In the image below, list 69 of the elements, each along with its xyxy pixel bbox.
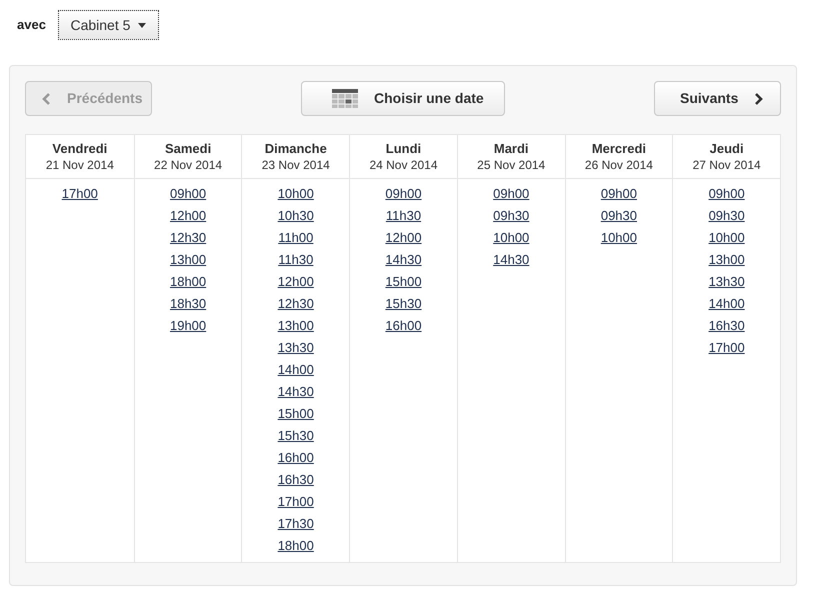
day-name: Mercredi xyxy=(592,140,646,156)
time-slot-link[interactable]: 16h30 xyxy=(708,318,745,334)
time-slot-link[interactable]: 17h00 xyxy=(278,494,314,510)
time-slot-link[interactable]: 09h30 xyxy=(708,208,745,224)
day-name: Jeudi xyxy=(710,140,744,156)
time-slot-link[interactable]: 10h00 xyxy=(708,230,745,246)
time-slot-link[interactable]: 17h00 xyxy=(62,186,98,202)
day-name: Dimanche xyxy=(264,140,327,156)
day-date: 27 Nov 2014 xyxy=(692,156,761,172)
time-slot-link[interactable]: 18h30 xyxy=(170,296,206,312)
time-slot-link[interactable]: 13h00 xyxy=(278,318,314,334)
time-slot-link[interactable]: 15h30 xyxy=(385,296,422,312)
time-slot-link[interactable]: 09h00 xyxy=(170,186,206,202)
time-slot-link[interactable]: 14h30 xyxy=(493,252,530,268)
time-slot-link[interactable]: 15h30 xyxy=(278,428,314,444)
time-slot-link[interactable]: 09h00 xyxy=(493,186,530,202)
time-slot-link[interactable]: 16h00 xyxy=(278,450,314,466)
day-date: 21 Nov 2014 xyxy=(46,156,114,172)
time-slot-link[interactable]: 10h00 xyxy=(278,186,314,202)
time-slot-link[interactable]: 16h30 xyxy=(278,472,314,488)
day-name: Samedi xyxy=(164,140,212,156)
time-slot-link[interactable]: 11h00 xyxy=(278,230,314,246)
day-name: Mardi xyxy=(494,140,529,156)
pick-date-button[interactable]: Choisir une date xyxy=(301,81,505,116)
time-slot-link[interactable]: 14h00 xyxy=(708,296,745,312)
day-date: 26 Nov 2014 xyxy=(584,156,653,172)
time-slot-link[interactable]: 14h00 xyxy=(278,362,314,378)
time-slot-link[interactable]: 12h30 xyxy=(278,296,314,312)
time-slot-link[interactable]: 14h30 xyxy=(278,384,314,400)
time-slot-link[interactable]: 09h00 xyxy=(600,186,637,202)
next-button[interactable]: Suivants xyxy=(654,81,781,116)
day-date: 25 Nov 2014 xyxy=(477,156,546,172)
calendar-icon xyxy=(332,89,358,108)
time-slot-link[interactable]: 09h00 xyxy=(708,186,745,202)
time-slot-link[interactable]: 16h00 xyxy=(385,318,422,334)
time-slot-link[interactable]: 12h00 xyxy=(385,230,422,246)
time-slot-link[interactable]: 09h00 xyxy=(385,186,422,202)
time-slot-link[interactable]: 11h30 xyxy=(278,252,314,268)
time-slot-link[interactable]: 10h30 xyxy=(278,208,314,224)
day-name: Vendredi xyxy=(52,140,108,156)
time-slot-link[interactable]: 13h00 xyxy=(170,252,206,268)
time-slot-link[interactable]: 11h30 xyxy=(386,208,422,224)
filter-label: avec xyxy=(17,16,46,34)
time-slot-link[interactable]: 09h30 xyxy=(493,208,530,224)
time-slot-link[interactable]: 17h00 xyxy=(708,340,745,356)
time-slot-link[interactable]: 15h00 xyxy=(385,274,422,290)
chevron-left-icon xyxy=(42,92,51,104)
time-slot-link[interactable]: 13h30 xyxy=(278,340,314,356)
day-date: 23 Nov 2014 xyxy=(262,156,330,172)
time-slot-link[interactable]: 12h00 xyxy=(170,208,206,224)
time-slot-link[interactable]: 12h00 xyxy=(278,274,314,290)
time-slot-link[interactable]: 18h00 xyxy=(278,538,314,554)
time-slot-link[interactable]: 10h00 xyxy=(600,230,637,246)
cabinet-dropdown[interactable]: Cabinet 5 xyxy=(58,10,159,40)
day-date: 22 Nov 2014 xyxy=(154,156,222,172)
time-slot-link[interactable]: 10h00 xyxy=(493,230,530,246)
time-slot-link[interactable]: 13h30 xyxy=(708,274,745,290)
time-slot-link[interactable]: 15h00 xyxy=(278,406,314,422)
day-name: Lundi xyxy=(386,140,422,156)
time-slot-link[interactable]: 12h30 xyxy=(170,230,206,246)
time-slot-link[interactable]: 18h00 xyxy=(170,274,206,290)
time-slot-link[interactable]: 19h00 xyxy=(170,318,206,334)
caret-icon xyxy=(138,22,146,28)
day-date: 24 Nov 2014 xyxy=(369,156,438,172)
time-slot-link[interactable]: 13h00 xyxy=(708,252,745,268)
time-slot-link[interactable]: 09h30 xyxy=(600,208,637,224)
chevron-right-icon xyxy=(754,92,764,104)
time-slot-link[interactable]: 17h30 xyxy=(278,516,314,532)
time-slot-link[interactable]: 14h30 xyxy=(385,252,422,268)
